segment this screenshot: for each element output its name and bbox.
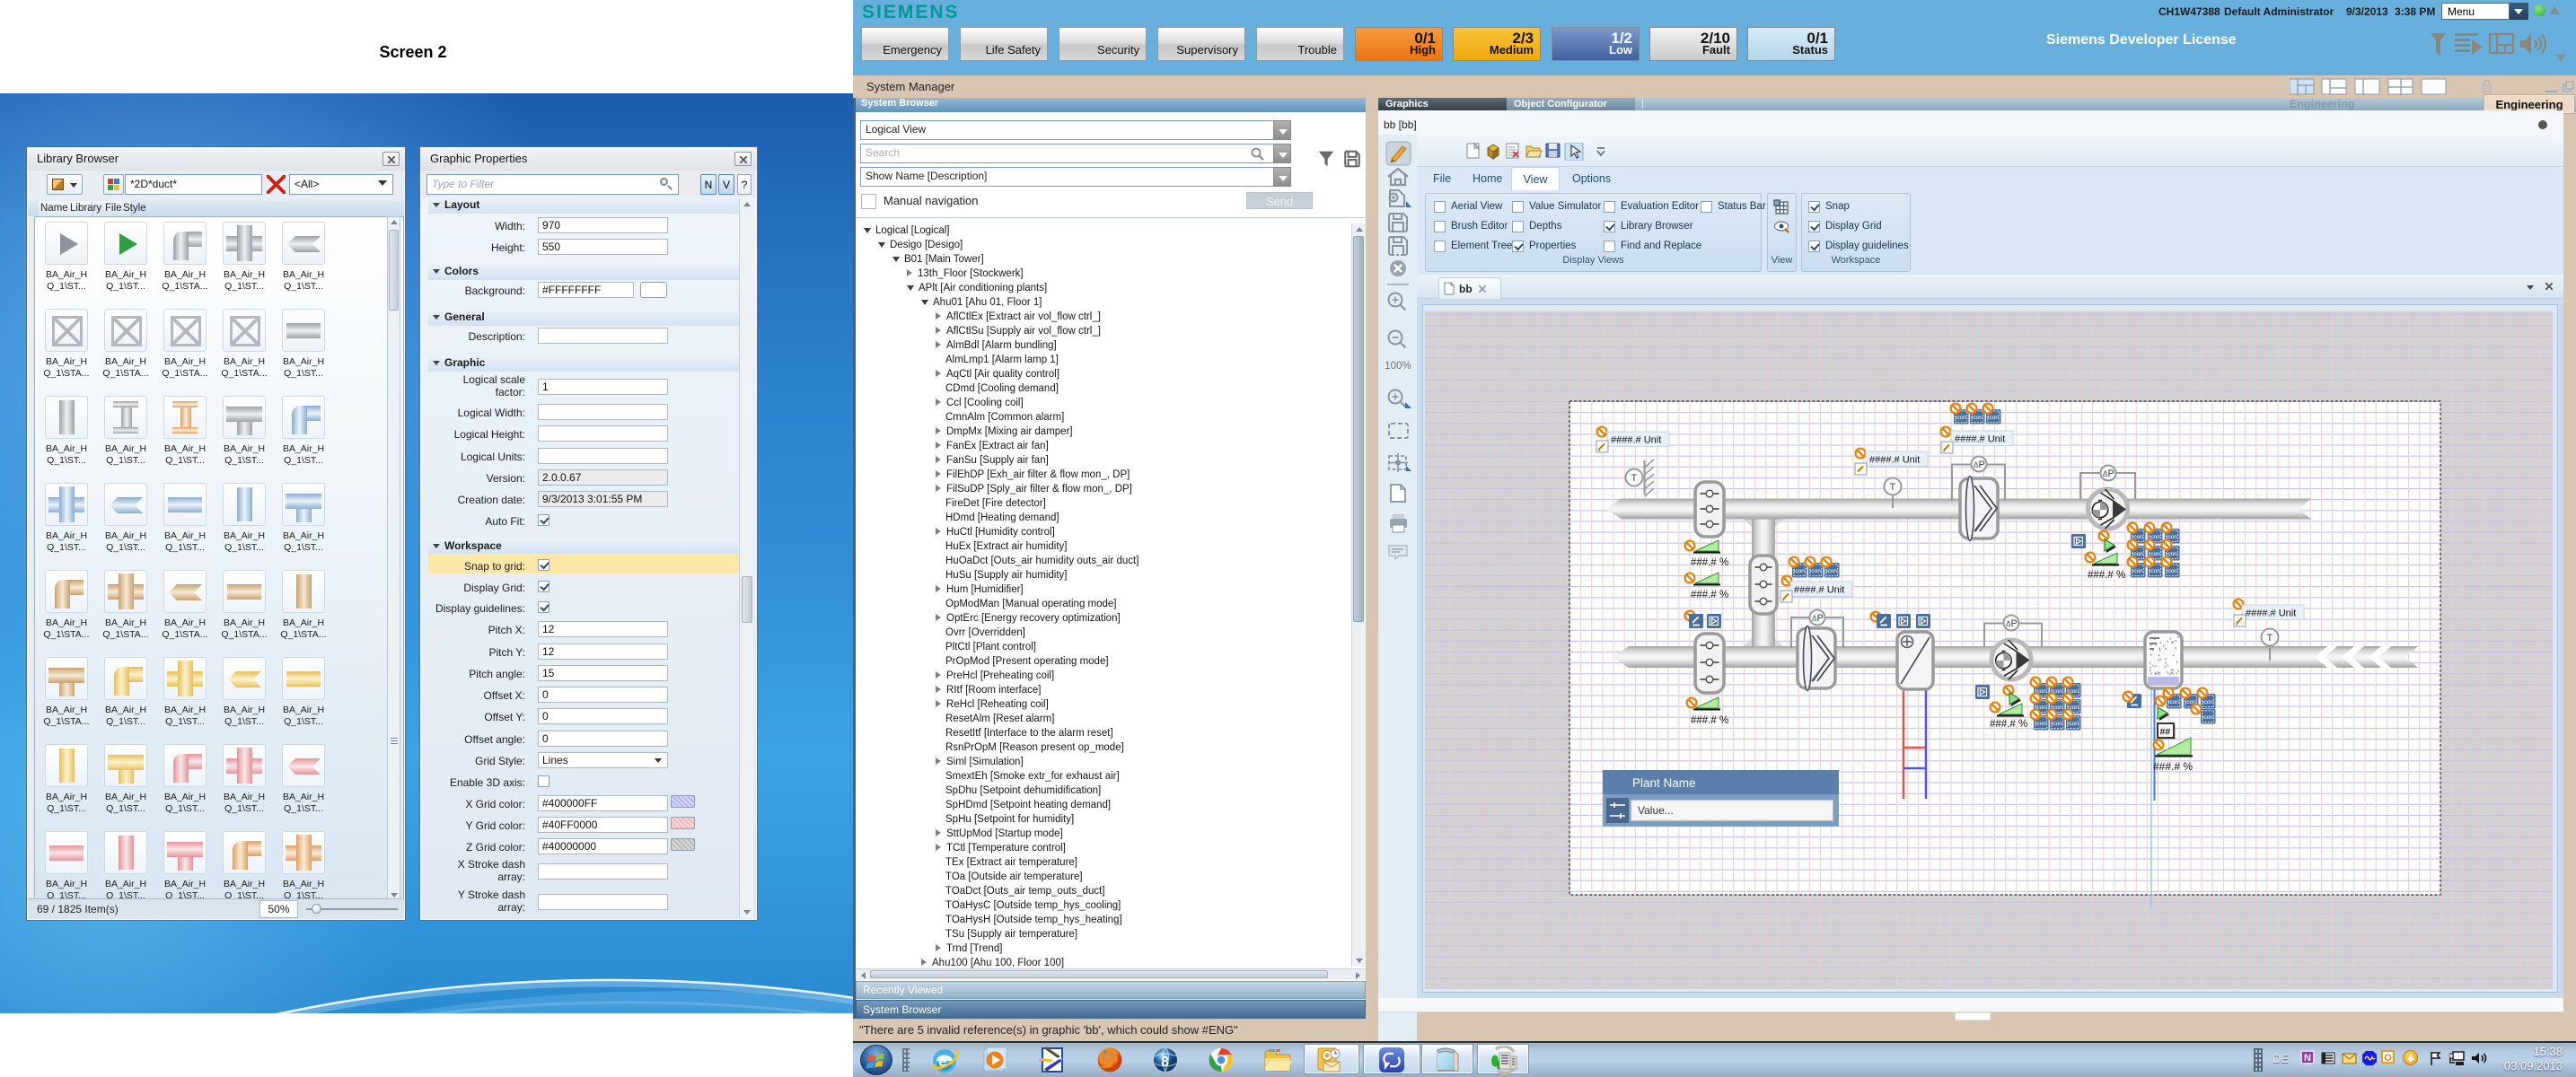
svg-text:###.# %: ###.# % <box>2153 760 2193 773</box>
svg-text:T: T <box>2267 633 2273 644</box>
svg-text:####.# Unit: ####.# Unit <box>1955 434 2005 445</box>
svg-text:P: P <box>1817 613 1824 624</box>
svg-text:####.# Unit: ####.# Unit <box>1869 455 1920 466</box>
svg-text:icon: icon <box>2167 568 2177 574</box>
svg-text:####.# Unit: ####.# Unit <box>1611 435 1661 446</box>
svg-text:8: 8 <box>1161 1055 1169 1070</box>
svg-text:P: P <box>2108 468 2114 479</box>
svg-text:####.# Unit: ####.# Unit <box>2246 609 2296 619</box>
svg-text:###.# %: ###.# % <box>1691 715 1728 726</box>
svg-text:P: P <box>1979 460 1985 470</box>
svg-text:icon: icon <box>1794 568 1805 574</box>
svg-text:icon: icon <box>2035 721 2046 727</box>
svg-text:e: e <box>938 1053 946 1070</box>
svg-text:icon: icon <box>2052 721 2062 727</box>
svg-text:####.# Unit: ####.# Unit <box>1794 585 1844 596</box>
svg-text:##: ## <box>2160 727 2171 738</box>
svg-text:P: P <box>2011 618 2018 629</box>
svg-text:icon: icon <box>1826 568 1837 574</box>
svg-text:T: T <box>1631 473 1638 484</box>
svg-text:Plant Name: Plant Name <box>1632 776 1696 790</box>
svg-text:100%: 100% <box>1385 361 1411 372</box>
svg-text:icon: icon <box>2202 714 2213 721</box>
svg-text:###.# %: ###.# % <box>1990 719 2027 730</box>
svg-text:icon: icon <box>2068 721 2079 727</box>
svg-text:icon: icon <box>2202 699 2213 705</box>
svg-text:T: T <box>1890 482 1896 493</box>
svg-text:icon: icon <box>2132 568 2143 574</box>
svg-text:icon: icon <box>1956 415 1966 421</box>
svg-text:icon: icon <box>2168 699 2179 705</box>
svg-text:icon: icon <box>1810 568 1821 574</box>
svg-text:Value...: Value... <box>1638 804 1674 817</box>
svg-text:icon: icon <box>2150 568 2160 574</box>
svg-text:###.# %: ###.# % <box>2088 570 2125 581</box>
svg-text:###.# %: ###.# % <box>1691 557 1728 568</box>
svg-text:icon: icon <box>1972 415 1983 421</box>
svg-text:icon: icon <box>1988 415 1999 421</box>
svg-text:###.# %: ###.# % <box>1691 590 1728 600</box>
